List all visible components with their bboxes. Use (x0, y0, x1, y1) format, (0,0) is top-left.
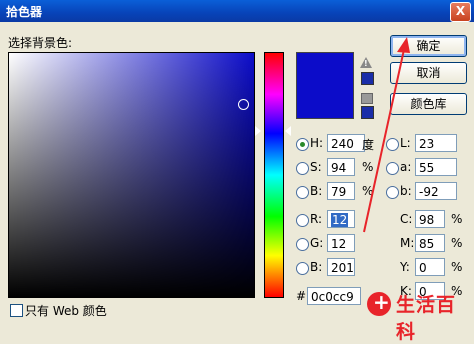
watermark-logo (367, 290, 391, 316)
watermark-text: 生活百科 (396, 294, 457, 343)
annotation-arrow (363, 37, 410, 233)
